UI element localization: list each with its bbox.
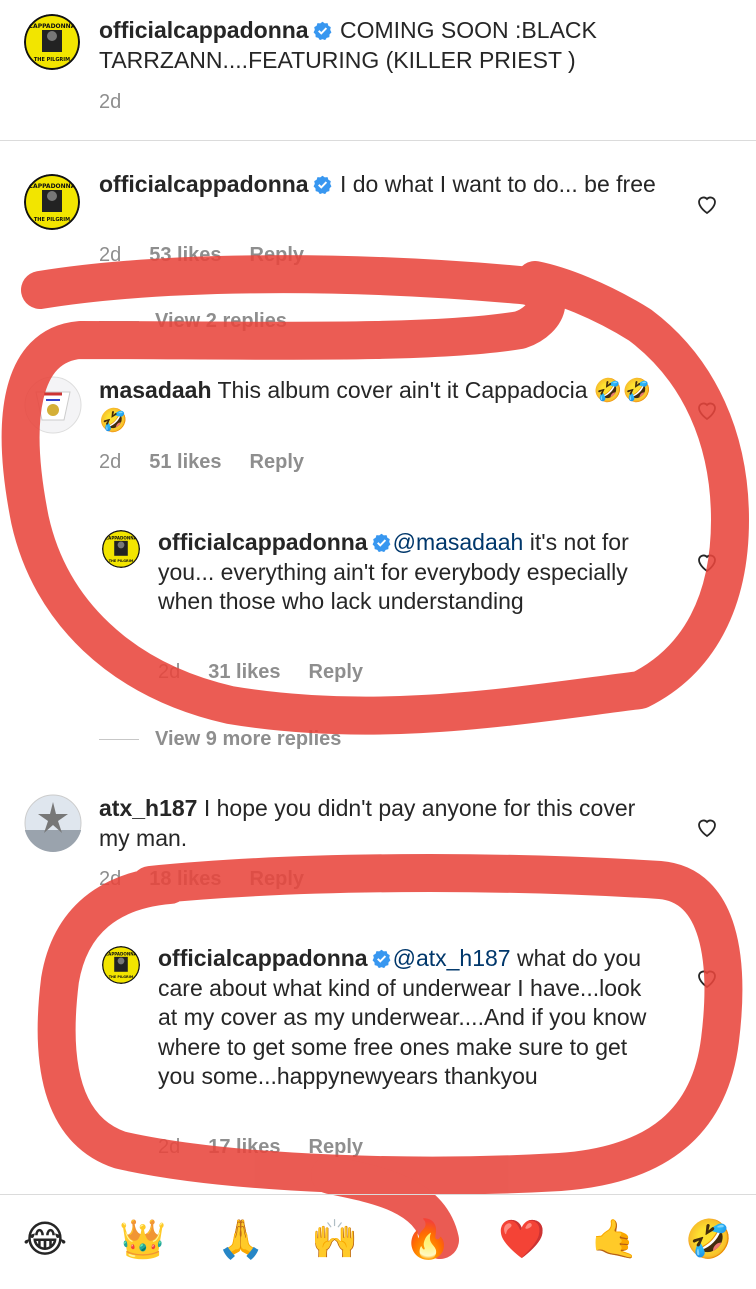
avatar[interactable]: CAPPADONNA THE PILGRIM xyxy=(24,14,80,70)
caption-meta: 2d xyxy=(99,91,121,114)
comment-meta: 2d 18 likes Reply xyxy=(99,868,304,891)
likes-count[interactable]: 18 likes xyxy=(149,868,221,891)
comment-text: officialcappadonna @atx_h187 what do you … xyxy=(158,944,658,1092)
emoji-rofl-button[interactable]: 🤣 xyxy=(684,1217,734,1261)
timestamp: 2d xyxy=(158,661,181,683)
verified-badge-icon xyxy=(313,21,332,40)
timestamp: 2d xyxy=(158,1136,181,1158)
avatar[interactable] xyxy=(24,376,82,434)
username[interactable]: masadaah xyxy=(99,377,212,403)
emoji-raised-hands-button[interactable]: 🙌 xyxy=(310,1217,360,1261)
emoji-joy-button[interactable]: 😂 xyxy=(20,1217,70,1261)
timestamp: 2d xyxy=(99,868,122,890)
timestamp: 2d xyxy=(99,244,122,266)
comment-meta: 2d 51 likes Reply xyxy=(99,451,304,474)
reply-button[interactable]: Reply xyxy=(309,661,363,684)
verified-badge-icon xyxy=(372,949,391,968)
avatar-label-top: CAPPADONNA xyxy=(105,952,137,957)
avatar-label-bottom: THE PILGRIM xyxy=(34,217,70,223)
emoji-call-me-button[interactable]: 🤙 xyxy=(590,1217,640,1261)
username[interactable]: officialcappadonna xyxy=(99,17,309,43)
avatar[interactable] xyxy=(24,794,82,852)
comment-text: atx_h187 I hope you didn't pay anyone fo… xyxy=(99,794,659,853)
post-caption: CAPPADONNA THE PILGRIM officialcappadonn… xyxy=(0,0,756,140)
likes-count[interactable]: 31 likes xyxy=(208,661,280,684)
avatar-label-bottom: THE PILGRIM xyxy=(109,559,134,563)
avatar[interactable]: CAPPADONNA THE PILGRIM xyxy=(102,946,140,984)
divider xyxy=(0,140,756,141)
comments-screen: CAPPADONNA THE PILGRIM officialcappadonn… xyxy=(0,0,756,1288)
emoji-crown-button[interactable]: 👑 xyxy=(118,1217,168,1261)
username[interactable]: officialcappadonna xyxy=(158,945,368,971)
avatar[interactable]: CAPPADONNA THE PILGRIM xyxy=(102,530,140,568)
mention-link[interactable]: @masadaah xyxy=(393,529,524,555)
view-replies-line xyxy=(99,321,139,323)
comment-text: masadaah This album cover ain't it Cappa… xyxy=(99,376,659,435)
comment-text: officialcappadonna @masadaah it's not for… xyxy=(158,528,658,617)
comment-meta: 2d 53 likes Reply xyxy=(99,244,304,267)
heart-icon[interactable] xyxy=(695,192,719,216)
timestamp: 2d xyxy=(99,451,122,473)
view-replies-label: View 9 more replies xyxy=(155,728,342,750)
avatar[interactable]: CAPPADONNA THE PILGRIM xyxy=(24,174,80,230)
emoji-heart-button[interactable]: ❤️ xyxy=(497,1217,547,1261)
reply-button[interactable]: Reply xyxy=(250,451,304,474)
comment-body: I do what I want to do... be free xyxy=(333,171,656,197)
heart-icon[interactable] xyxy=(695,398,719,422)
verified-badge-icon xyxy=(372,533,391,552)
username[interactable]: officialcappadonna xyxy=(99,171,309,197)
heart-icon[interactable] xyxy=(695,550,719,574)
avatar-label-top: CAPPADONNA xyxy=(105,536,137,541)
username[interactable]: officialcappadonna xyxy=(158,529,368,555)
reply-button[interactable]: Reply xyxy=(309,1136,363,1159)
username[interactable]: atx_h187 xyxy=(99,795,197,821)
comment-meta: 2d 17 likes Reply xyxy=(158,1136,363,1159)
heart-icon[interactable] xyxy=(695,815,719,839)
reply-button[interactable]: Reply xyxy=(250,868,304,891)
verified-badge-icon xyxy=(313,175,332,194)
emoji-quick-bar: 😂 👑 🙏 🙌 🔥 ❤️ 🤙 🤣 xyxy=(0,1194,756,1289)
timestamp: 2d xyxy=(99,91,122,113)
comment-meta: 2d 31 likes Reply xyxy=(158,661,363,684)
emoji-fire-button[interactable]: 🔥 xyxy=(403,1217,453,1261)
avatar-label-top: CAPPADONNA xyxy=(29,23,76,30)
likes-count[interactable]: 51 likes xyxy=(149,451,221,474)
heart-icon[interactable] xyxy=(695,966,719,990)
view-replies-button[interactable]: View 9 more replies xyxy=(99,728,341,751)
emoji-pray-button[interactable]: 🙏 xyxy=(216,1217,266,1261)
view-replies-label: View 2 replies xyxy=(155,310,287,332)
likes-count[interactable]: 53 likes xyxy=(149,244,221,267)
mention-link[interactable]: @atx_h187 xyxy=(393,945,511,971)
avatar-label-top: CAPPADONNA xyxy=(29,183,76,190)
view-replies-button[interactable]: View 2 replies xyxy=(99,310,287,333)
view-replies-line xyxy=(99,739,139,741)
caption-text: officialcappadonna COMING SOON :BLACK TA… xyxy=(99,16,719,75)
reply-button[interactable]: Reply xyxy=(250,244,304,267)
comment-text: officialcappadonna I do what I want to d… xyxy=(99,170,659,200)
avatar-label-bottom: THE PILGRIM xyxy=(34,57,70,63)
likes-count[interactable]: 17 likes xyxy=(208,1136,280,1159)
avatar-label-bottom: THE PILGRIM xyxy=(109,975,134,979)
